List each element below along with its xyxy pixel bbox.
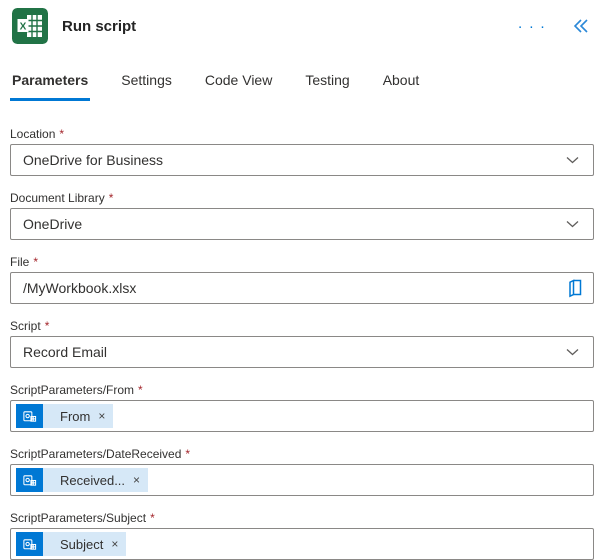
required-asterisk: * <box>150 511 155 525</box>
dynamic-content-token-datereceived[interactable]: Received... × <box>16 468 149 492</box>
field-label-text: ScriptParameters/Subject <box>10 511 147 525</box>
open-folder-icon <box>569 279 582 298</box>
remove-token-button[interactable]: × <box>111 538 118 550</box>
dropdown-selected-value: OneDrive for Business <box>23 152 164 168</box>
script-dropdown[interactable]: Record Email <box>10 336 594 368</box>
field-label-text: Script <box>10 319 41 333</box>
tab-bar: Parameters Settings Code View Testing Ab… <box>0 72 604 101</box>
dynamic-content-token-from[interactable]: From × <box>16 404 114 428</box>
tab-code-view[interactable]: Code View <box>203 72 274 101</box>
required-asterisk: * <box>33 255 39 269</box>
required-asterisk: * <box>108 191 114 205</box>
field-scriptparameters-from: ScriptParameters/From * From × <box>10 383 594 432</box>
tab-about[interactable]: About <box>381 72 422 101</box>
field-script: Script * Record Email <box>10 319 594 368</box>
required-asterisk: * <box>59 127 65 141</box>
file-path-value: /MyWorkbook.xlsx <box>23 280 137 296</box>
field-scriptparameters-subject: ScriptParameters/Subject * Subject × <box>10 511 594 560</box>
collapse-panel-icon[interactable] <box>572 18 590 34</box>
required-asterisk: * <box>44 319 50 333</box>
chevron-down-icon <box>566 349 579 356</box>
parameters-form: Location * OneDrive for Business Document… <box>0 127 604 560</box>
dropdown-selected-value: Record Email <box>23 344 108 360</box>
chevron-down-icon <box>566 157 579 164</box>
outlook-icon <box>16 404 43 428</box>
field-label-text: ScriptParameters/From <box>10 383 135 397</box>
field-scriptparameters-datereceived: ScriptParameters/DateReceived * Received.… <box>10 447 594 496</box>
field-file: File * /MyWorkbook.xlsx <box>10 255 594 304</box>
outlook-icon <box>16 468 43 492</box>
token-label: Received... <box>60 472 126 488</box>
dropdown-selected-value: OneDrive <box>23 216 83 232</box>
location-dropdown[interactable]: OneDrive for Business <box>10 144 594 176</box>
file-input[interactable]: /MyWorkbook.xlsx <box>10 272 594 304</box>
scriptparameters-datereceived-input[interactable]: Received... × <box>10 464 594 496</box>
required-asterisk: * <box>185 447 191 461</box>
outlook-icon <box>16 532 43 556</box>
field-label-text: Location <box>10 127 56 141</box>
field-label-text: File <box>10 255 30 269</box>
field-document-library: Document Library * OneDrive <box>10 191 594 240</box>
tab-settings[interactable]: Settings <box>119 72 174 101</box>
document-library-dropdown[interactable]: OneDrive <box>10 208 594 240</box>
token-label: From <box>60 408 91 424</box>
field-label-text: ScriptParameters/DateReceived <box>10 447 182 461</box>
chevron-down-icon <box>566 221 579 228</box>
field-label-text: Document Library <box>10 191 105 205</box>
excel-connector-icon: X <box>12 8 48 44</box>
tab-parameters[interactable]: Parameters <box>10 72 91 101</box>
dynamic-content-token-subject[interactable]: Subject × <box>16 532 127 556</box>
panel-header: X Run script · · · <box>0 0 604 44</box>
required-asterisk: * <box>138 383 143 397</box>
scriptparameters-from-input[interactable]: From × <box>10 400 594 432</box>
tab-testing[interactable]: Testing <box>303 72 351 101</box>
remove-token-button[interactable]: × <box>133 474 140 486</box>
svg-text:X: X <box>20 22 27 33</box>
more-options-button[interactable]: · · · <box>516 17 548 36</box>
field-location: Location * OneDrive for Business <box>10 127 594 176</box>
scriptparameters-subject-input[interactable]: Subject × <box>10 528 594 560</box>
file-picker-button[interactable] <box>564 276 585 300</box>
action-title: Run script <box>62 17 137 35</box>
remove-token-button[interactable]: × <box>98 410 105 422</box>
